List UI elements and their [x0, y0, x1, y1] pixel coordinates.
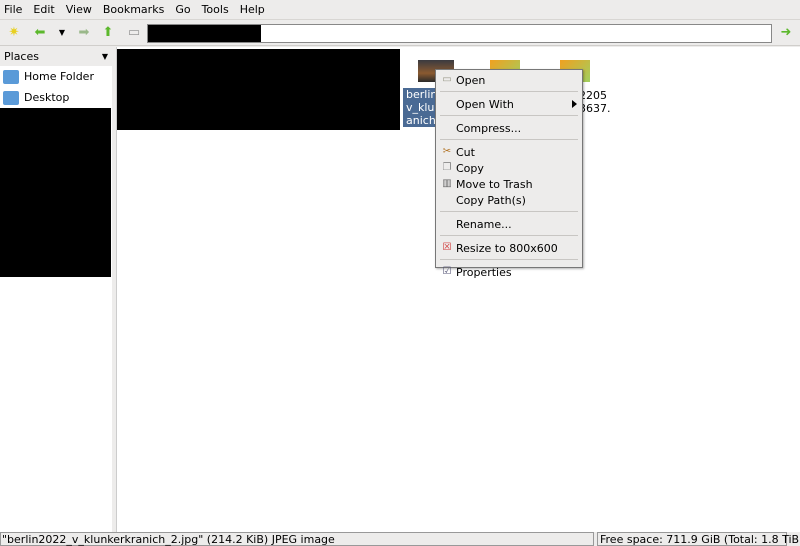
- sidebar-item-label: Desktop: [24, 91, 70, 104]
- menu-help[interactable]: Help: [240, 3, 265, 16]
- copy-icon: ❐: [442, 162, 452, 173]
- image-resize-icon: ☒: [442, 242, 452, 253]
- separator: [440, 115, 578, 116]
- places-label: Places: [4, 50, 39, 63]
- menu-view[interactable]: View: [66, 3, 92, 16]
- forward-icon[interactable]: ➡: [76, 25, 92, 41]
- trash-icon: ▥: [442, 178, 452, 189]
- menubar: File Edit View Bookmarks Go Tools Help: [0, 0, 800, 18]
- statusbar: "berlin2022_v_klunkerkranich_2.jpg" (214…: [0, 532, 800, 546]
- menu-item-cut[interactable]: ✂ Cut: [436, 144, 582, 160]
- separator: [440, 139, 578, 140]
- menu-bookmarks[interactable]: Bookmarks: [103, 3, 164, 16]
- go-icon[interactable]: ➜: [778, 25, 794, 41]
- back-icon[interactable]: ⬅: [32, 25, 48, 41]
- home-folder-icon[interactable]: ▭: [126, 25, 142, 41]
- toolbar: ✷ ⬅ ▼ ➡ ⬆ ▭ ➜: [0, 19, 800, 46]
- status-free-space: Free space: 711.9 GiB (Total: 1.8 TiB): [597, 532, 800, 546]
- sidebar-item-desktop[interactable]: Desktop: [0, 87, 112, 108]
- sidebar-item-label: Home Folder: [24, 70, 94, 83]
- desktop-folder-icon: [3, 90, 19, 105]
- menu-edit[interactable]: Edit: [33, 3, 54, 16]
- separator: [440, 211, 578, 212]
- menu-item-compress[interactable]: Compress...: [436, 120, 582, 136]
- redacted-area: [0, 108, 111, 277]
- menu-go[interactable]: Go: [175, 3, 190, 16]
- menu-item-resize[interactable]: ☒ Resize to 800x600: [436, 240, 582, 256]
- file-label[interactable]: 22053637..: [579, 89, 611, 128]
- menu-file[interactable]: File: [4, 3, 22, 16]
- folder-open-icon: ▭: [442, 74, 452, 85]
- up-icon[interactable]: ⬆: [100, 25, 116, 41]
- menu-item-move-to-trash[interactable]: ▥ Move to Trash: [436, 176, 582, 192]
- menu-item-copy-path[interactable]: Copy Path(s): [436, 192, 582, 208]
- menu-item-copy[interactable]: ❐ Copy: [436, 160, 582, 176]
- menu-item-open[interactable]: ▭ Open: [436, 72, 582, 88]
- status-file-info: "berlin2022_v_klunkerkranich_2.jpg" (214…: [0, 532, 594, 546]
- history-dropdown-icon[interactable]: ▼: [54, 25, 70, 41]
- sidebar-item-home[interactable]: Home Folder: [0, 66, 112, 87]
- menu-item-properties[interactable]: ☑ Properties: [436, 264, 582, 280]
- menu-tools[interactable]: Tools: [202, 3, 229, 16]
- places-header[interactable]: Places ▼: [0, 47, 112, 66]
- file-label-selected[interactable]: berlin v_klun anich: [403, 88, 441, 127]
- submenu-arrow-icon: [572, 100, 577, 108]
- redacted-path: [148, 25, 261, 42]
- address-bar[interactable]: [147, 24, 772, 43]
- redacted-area: [117, 49, 400, 130]
- home-folder-icon: [3, 69, 19, 84]
- separator: [440, 91, 578, 92]
- menu-item-rename[interactable]: Rename...: [436, 216, 582, 232]
- separator: [440, 259, 578, 260]
- context-menu: ▭ Open Open With Compress... ✂ Cut ❐ Copy ▥…: [435, 69, 583, 279]
- sidebar: Places ▼ Home Folder Desktop: [0, 47, 112, 532]
- new-tab-icon[interactable]: ✷: [6, 25, 22, 41]
- scissors-icon: ✂: [442, 146, 452, 157]
- separator: [440, 235, 578, 236]
- chevron-down-icon[interactable]: ▼: [102, 52, 108, 61]
- menu-item-open-with[interactable]: Open With: [436, 96, 582, 112]
- properties-icon: ☑: [442, 266, 452, 277]
